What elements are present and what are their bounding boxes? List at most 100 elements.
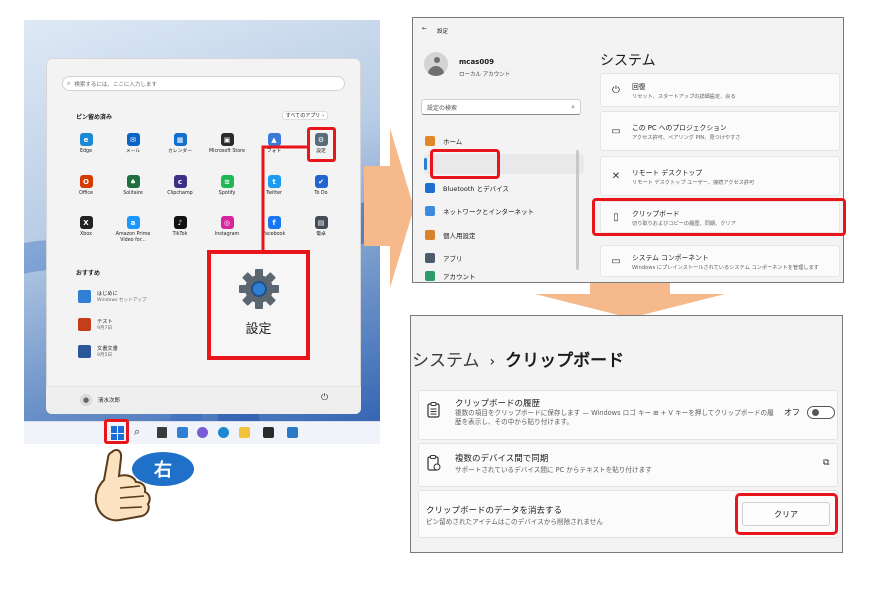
nav-label: Bluetooth とデバイス bbox=[443, 185, 509, 193]
connector-line bbox=[261, 145, 310, 252]
nav-label: アプリ bbox=[443, 255, 463, 263]
breadcrumb-system[interactable]: システム bbox=[412, 346, 480, 371]
avatar-icon[interactable]: ● bbox=[80, 394, 92, 406]
clear-button-highlight bbox=[735, 493, 838, 535]
task-view-icon[interactable] bbox=[157, 427, 167, 438]
pinned-app-tile[interactable]: ♪ TikTok bbox=[158, 216, 202, 238]
nav-label: ネットワークとインターネット bbox=[443, 208, 534, 216]
nav-item[interactable]: ホーム bbox=[425, 132, 462, 150]
recommended-item[interactable]: テスト 9月7日 bbox=[78, 318, 113, 331]
app-label: TikTok bbox=[172, 232, 188, 237]
settings-card[interactable]: ✕ リモート デスクトップ リモート デスクトップ ユーザー、接続アクセス許可 bbox=[600, 156, 840, 196]
pinned-app-tile[interactable]: ◎ Instagram bbox=[205, 216, 249, 238]
pinned-app-tile[interactable]: ▦ カレンダー bbox=[158, 133, 202, 155]
back-icon[interactable]: ← bbox=[422, 25, 427, 32]
card-subtitle: Windows にプレインストールされているシステム コンポーネントを管理します bbox=[632, 264, 819, 271]
card-subtitle: アクセス許可、ペアリング PIN、見つけやすさ bbox=[632, 134, 741, 141]
nav-item[interactable]: 個人用設定 bbox=[425, 226, 476, 244]
app-label: Spotify bbox=[218, 191, 236, 196]
account-avatar[interactable] bbox=[424, 52, 448, 76]
sync-description: サポートされているデバイス間に PC からテキストを貼り付けます bbox=[455, 466, 652, 474]
sync-title: 複数のデバイス間で同期 bbox=[455, 454, 549, 464]
pinned-app-tile[interactable]: e Edge bbox=[64, 133, 108, 155]
settings-card[interactable]: ▭ システム コンポーネント Windows にプレインストールされているシステム … bbox=[600, 245, 840, 277]
breadcrumb-separator: › bbox=[489, 354, 496, 370]
settings-card[interactable]: ⏻ 回復 リセット、スタートアップの詳細設定、戻る bbox=[600, 73, 840, 107]
recommended-item[interactable]: はじめに Windows セットアップ bbox=[78, 290, 147, 303]
pinned-app-tile[interactable]: X Xbox bbox=[64, 216, 108, 238]
pinned-app-tile[interactable]: c Clipchamp bbox=[158, 175, 202, 197]
app-label: Office bbox=[78, 191, 93, 196]
recommended-title: はじめに bbox=[97, 291, 118, 297]
card-icon: ✕ bbox=[611, 170, 621, 182]
edge-icon[interactable] bbox=[218, 427, 229, 438]
clipboard-list-icon bbox=[427, 402, 440, 418]
account-name: mcas009 bbox=[459, 58, 494, 66]
history-description: 複数の項目をクリップボードに保存します — Windows ロゴ キー ⊞ + … bbox=[455, 409, 774, 426]
card-icon: ▭ bbox=[611, 125, 621, 137]
recommended-subtitle: Windows セットアップ bbox=[97, 298, 147, 303]
clipboard-card-highlight bbox=[592, 198, 846, 236]
chat-icon[interactable] bbox=[197, 427, 208, 438]
settings-search-input[interactable]: 設定の検索 ⌕ bbox=[421, 99, 581, 115]
recommended-item[interactable]: 文書文書 9月5日 bbox=[78, 345, 118, 358]
app-label: カレンダー bbox=[168, 149, 192, 154]
external-link-icon[interactable]: ⧉ bbox=[823, 458, 829, 468]
toggle-knob bbox=[812, 409, 819, 416]
pinned-app-tile[interactable]: ✉ メール bbox=[111, 133, 155, 155]
app-label: To Do bbox=[314, 191, 328, 196]
nav-icon bbox=[425, 253, 435, 263]
settings-page-title: システム bbox=[600, 53, 656, 69]
widgets-icon[interactable] bbox=[177, 427, 188, 438]
nav-scrollbar[interactable] bbox=[576, 150, 579, 270]
power-icon[interactable]: ⏻ bbox=[321, 393, 328, 403]
app-icon: ✉ bbox=[126, 133, 140, 146]
search-icon: ⌕ bbox=[67, 79, 71, 87]
all-apps-button[interactable]: すべてのアプリ › bbox=[282, 111, 328, 120]
nav-item[interactable]: Bluetooth とデバイス bbox=[425, 179, 509, 197]
document-icon bbox=[78, 290, 91, 303]
nav-label: アカウント bbox=[443, 273, 476, 281]
card-subtitle: リセット、スタートアップの詳細設定、戻る bbox=[632, 93, 736, 100]
explorer-icon[interactable] bbox=[239, 427, 250, 438]
chevron-right-icon: › bbox=[322, 112, 325, 119]
nav-item[interactable]: アプリ bbox=[425, 249, 463, 267]
pinned-app-tile[interactable]: O Office bbox=[64, 175, 108, 197]
zoom-settings-label: 設定 bbox=[245, 322, 272, 337]
pinned-app-tile[interactable]: ≋ Spotify bbox=[205, 175, 249, 197]
document-icon bbox=[78, 318, 91, 331]
nav-item[interactable]: アカウント bbox=[425, 270, 476, 282]
start-search-input[interactable]: ⌕ 検索するには、ここに入力します bbox=[62, 76, 345, 91]
recommended-subtitle: 9月5日 bbox=[97, 353, 113, 358]
pinned-app-tile[interactable]: ▣ Microsoft Store bbox=[205, 133, 249, 155]
start-button-highlight bbox=[104, 419, 129, 444]
nav-icon bbox=[425, 136, 435, 146]
card-title: システム コンポーネント bbox=[632, 253, 709, 262]
mail-icon[interactable] bbox=[287, 427, 298, 438]
pinned-app-tile[interactable]: a Amazon Prime Video for... bbox=[111, 216, 155, 244]
card-title: 回復 bbox=[632, 82, 646, 91]
app-label: Clipchamp bbox=[167, 191, 193, 196]
pinned-app-tile[interactable]: ♠ Solitaire bbox=[111, 175, 155, 197]
card-title: この PC へのプロジェクション bbox=[632, 123, 727, 132]
search-icon[interactable]: ⌕ bbox=[134, 425, 140, 439]
app-icon: e bbox=[79, 133, 93, 146]
app-label: メール bbox=[125, 149, 141, 154]
nav-label: ホーム bbox=[443, 138, 463, 146]
recommended-header: おすすめ bbox=[76, 270, 101, 277]
breadcrumb-clipboard: クリップボード bbox=[505, 351, 625, 371]
clear-title: クリップボードのデータを消去する bbox=[426, 506, 563, 516]
user-name[interactable]: 清水次郎 bbox=[98, 396, 120, 404]
app-icon: ▣ bbox=[220, 133, 234, 146]
arrow-right-shaft bbox=[364, 166, 392, 246]
card-subtitle: リモート デスクトップ ユーザー、接続アクセス許可 bbox=[632, 179, 755, 186]
settings-card[interactable]: ▭ この PC へのプロジェクションアクセス許可、ペアリング PIN、見つけやすさ bbox=[600, 111, 840, 151]
app-label: 電卓 bbox=[316, 232, 326, 237]
app-icon: ♠ bbox=[126, 175, 140, 188]
store-icon[interactable] bbox=[263, 427, 274, 438]
sync-card[interactable] bbox=[418, 443, 838, 487]
nav-item[interactable]: ネットワークとインターネット bbox=[425, 202, 534, 220]
history-title: クリップボードの履歴 bbox=[455, 399, 541, 409]
pinned-header: ピン留め済み bbox=[76, 114, 113, 121]
account-type: ローカル アカウント bbox=[459, 72, 511, 78]
